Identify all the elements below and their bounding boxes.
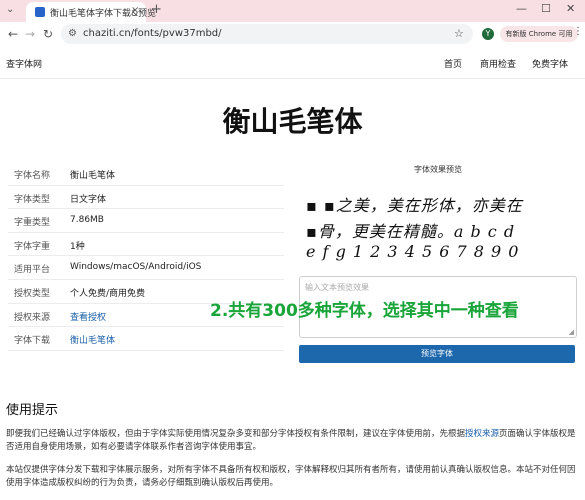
info-value: 1种	[70, 241, 85, 252]
info-key: 授权来源	[14, 312, 51, 323]
info-row: 字体类型 日文字体	[8, 186, 284, 210]
reload-icon[interactable]: ↻	[43, 27, 53, 41]
license-source-link[interactable]: 授权来源	[465, 429, 499, 439]
browser-tab[interactable]: 衡山毛笔体字体下载&预览 ×	[26, 2, 156, 22]
tips-text: 即便我们已经确认过字体版权，但由于字体实际使用情况复杂多变和部分字体授权有条件限…	[6, 429, 466, 439]
info-row: 字体下载 衡山毛笔体	[8, 327, 284, 351]
page-title: 衡山毛笔体	[222, 105, 363, 138]
font-preview: ▪ ▪之美，美在形体，亦美在 ▪骨，更美在精髓。a b c d e f g 1 …	[300, 186, 576, 264]
info-key: 字体类型	[14, 194, 51, 205]
browser-tab-bar: ⌄ 衡山毛笔体字体下载&预览 × + — ☐ ✕	[0, 0, 585, 22]
preview-line: ▪骨，更美在精髓。a b c d	[306, 222, 516, 241]
new-tab-button[interactable]: +	[151, 2, 162, 17]
more-menu-icon[interactable]: ⋮	[573, 26, 583, 37]
tips-paragraph: 即便我们已经确认过字体版权，但由于字体实际使用情况复杂多变和部分字体授权有条件限…	[6, 428, 580, 454]
info-key: 授权类型	[14, 288, 51, 299]
info-row: 适用平台 Windows/macOS/Android/iOS	[8, 256, 284, 280]
info-row: 字体字重 1种	[8, 233, 284, 257]
tips-heading: 使用提示	[6, 403, 59, 418]
info-key: 字体下载	[14, 336, 51, 347]
favicon-icon	[35, 7, 45, 17]
forward-icon[interactable]: →	[25, 27, 35, 41]
info-row: 字重类型 7.86MB	[8, 209, 284, 233]
resize-handle-icon[interactable]: ◢	[569, 328, 574, 336]
info-key: 字体字重	[14, 241, 51, 252]
preview-font-button[interactable]: 预览字体	[299, 345, 575, 363]
preview-input-placeholder: 输入文本预览效果	[305, 283, 369, 292]
site-header: 查字体网 首页 商用检查 免费字体	[0, 46, 585, 79]
bookmark-star-icon[interactable]: ☆	[454, 27, 464, 40]
tab-search-icon[interactable]: ⌄	[6, 4, 14, 15]
minimize-icon[interactable]: —	[516, 2, 527, 15]
info-row: 字体名称 衡山毛笔体	[8, 162, 284, 186]
profile-avatar[interactable]: Y	[482, 28, 494, 40]
back-icon[interactable]: ←	[8, 27, 18, 41]
nav-home[interactable]: 首页	[444, 57, 462, 70]
preview-line: ▪ ▪之美，美在形体，亦美在	[306, 196, 523, 215]
address-bar[interactable]: ⚙ chaziti.cn/fonts/pvw37mbd/ ☆	[61, 24, 473, 44]
info-value: Windows/macOS/Android/iOS	[70, 262, 202, 273]
download-link[interactable]: 衡山毛笔体	[70, 333, 115, 346]
preview-line: e f g 1 2 3 4 5 6 7 8 9 0	[306, 242, 520, 261]
maximize-icon[interactable]: ☐	[541, 2, 551, 15]
info-key: 字重类型	[14, 218, 51, 229]
annotation-overlay: 2.共有300多种字体，选择其中一种查看	[210, 301, 519, 321]
tips-paragraph: 本站仅提供字体分发下载和字体展示服务，对所有字体不具备所有权和版权，字体解释权归…	[6, 465, 576, 488]
site-info-icon[interactable]: ⚙	[68, 28, 77, 39]
tab-title: 衡山毛笔体字体下载&预览	[50, 9, 157, 19]
nav-commercial-check[interactable]: 商用检查	[480, 57, 516, 70]
info-value: 个人免费/商用免费	[70, 288, 146, 299]
info-key: 适用平台	[14, 265, 51, 276]
license-link[interactable]: 查看授权	[70, 310, 106, 323]
site-logo[interactable]: 查字体网	[6, 57, 42, 70]
info-key: 字体名称	[14, 171, 51, 181]
tab-close-icon[interactable]: ×	[131, 5, 139, 16]
chrome-update-button[interactable]: 有新版 Chrome 可用	[500, 26, 578, 42]
nav-free-fonts[interactable]: 免费字体	[532, 57, 568, 70]
url-text[interactable]: chaziti.cn/fonts/pvw37mbd/	[83, 28, 222, 39]
info-value: 衡山毛笔体	[70, 171, 116, 181]
info-value: 7.86MB	[70, 215, 104, 226]
browser-toolbar: ← → ↻ ⚙ chaziti.cn/fonts/pvw37mbd/ ☆ Y 有…	[0, 22, 585, 47]
preview-label: 字体效果预览	[414, 165, 462, 174]
close-window-icon[interactable]: ✕	[566, 2, 575, 15]
font-info-table: 字体名称 衡山毛笔体 字体类型 日文字体 字重类型 7.86MB 字体字重 1种 适用平…	[8, 162, 284, 351]
info-value: 日文字体	[70, 194, 107, 205]
